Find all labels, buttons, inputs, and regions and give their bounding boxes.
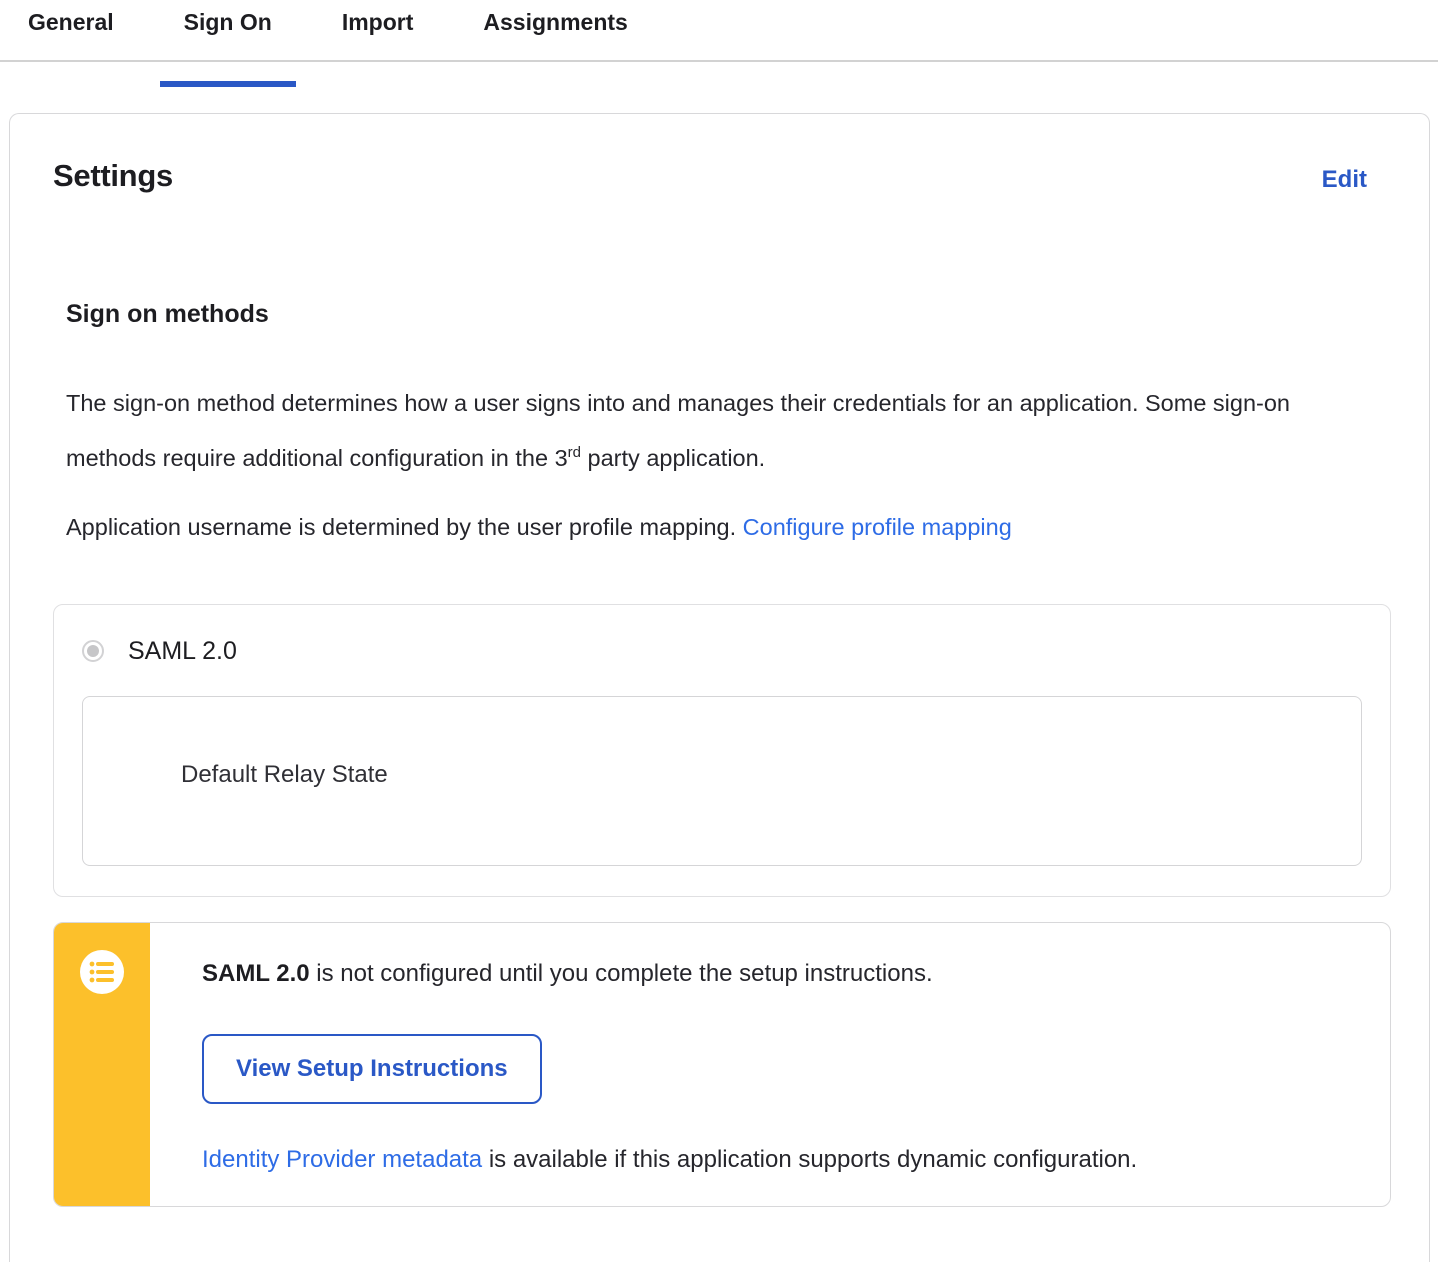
saml-method-box: SAML 2.0 Default Relay State [53, 603, 1391, 897]
configure-profile-mapping-link[interactable]: Configure profile mapping [743, 514, 1012, 540]
sign-on-methods-heading: Sign on methods [66, 300, 269, 328]
callout-footer: Identity Provider metadata is available … [202, 1146, 1350, 1174]
saml-radio-button[interactable] [82, 640, 104, 663]
sign-on-methods-description: The sign-on method determines how a user… [66, 379, 1306, 483]
callout-message: SAML 2.0 is not configured until you com… [202, 958, 1350, 990]
tab-bar: General Sign On Import Assignments [0, 0, 1438, 87]
edit-link[interactable]: Edit [1322, 166, 1367, 194]
identity-provider-metadata-link[interactable]: Identity Provider metadata [202, 1146, 482, 1173]
page-title: Settings [53, 158, 173, 193]
callout-warning-bar [54, 922, 150, 1206]
setup-instructions-callout: SAML 2.0 is not configured until you com… [53, 921, 1391, 1207]
ordinal-superscript: rd [567, 444, 582, 461]
callout-message-rest: is not configured until you complete the… [309, 959, 933, 987]
callout-footer-rest: is available if this application support… [482, 1145, 1138, 1173]
tab-assignments[interactable]: Assignments [459, 8, 651, 60]
tab-import[interactable]: Import [318, 8, 438, 60]
callout-message-bold: SAML 2.0 [202, 959, 310, 987]
description-text-2: party application. [581, 444, 766, 471]
view-setup-instructions-button[interactable]: View Setup Instructions [202, 1033, 542, 1104]
settings-card: Settings Edit Sign on methods The sign-o… [9, 113, 1430, 1262]
list-icon [80, 949, 124, 999]
saml-radio-label[interactable]: SAML 2.0 [128, 637, 237, 666]
settings-card-header: Settings Edit [53, 158, 1391, 194]
tab-general[interactable]: General [4, 8, 138, 60]
saml-radio-row: SAML 2.0 [82, 637, 1362, 666]
callout-body: SAML 2.0 is not configured until you com… [150, 923, 1390, 1206]
username-mapping-text: Application username is determined by th… [66, 513, 743, 540]
tab-sign-on[interactable]: Sign On [159, 8, 297, 87]
username-mapping-note: Application username is determined by th… [66, 503, 1306, 552]
default-relay-state-field: Default Relay State [82, 695, 1362, 866]
default-relay-state-label: Default Relay State [181, 760, 388, 788]
